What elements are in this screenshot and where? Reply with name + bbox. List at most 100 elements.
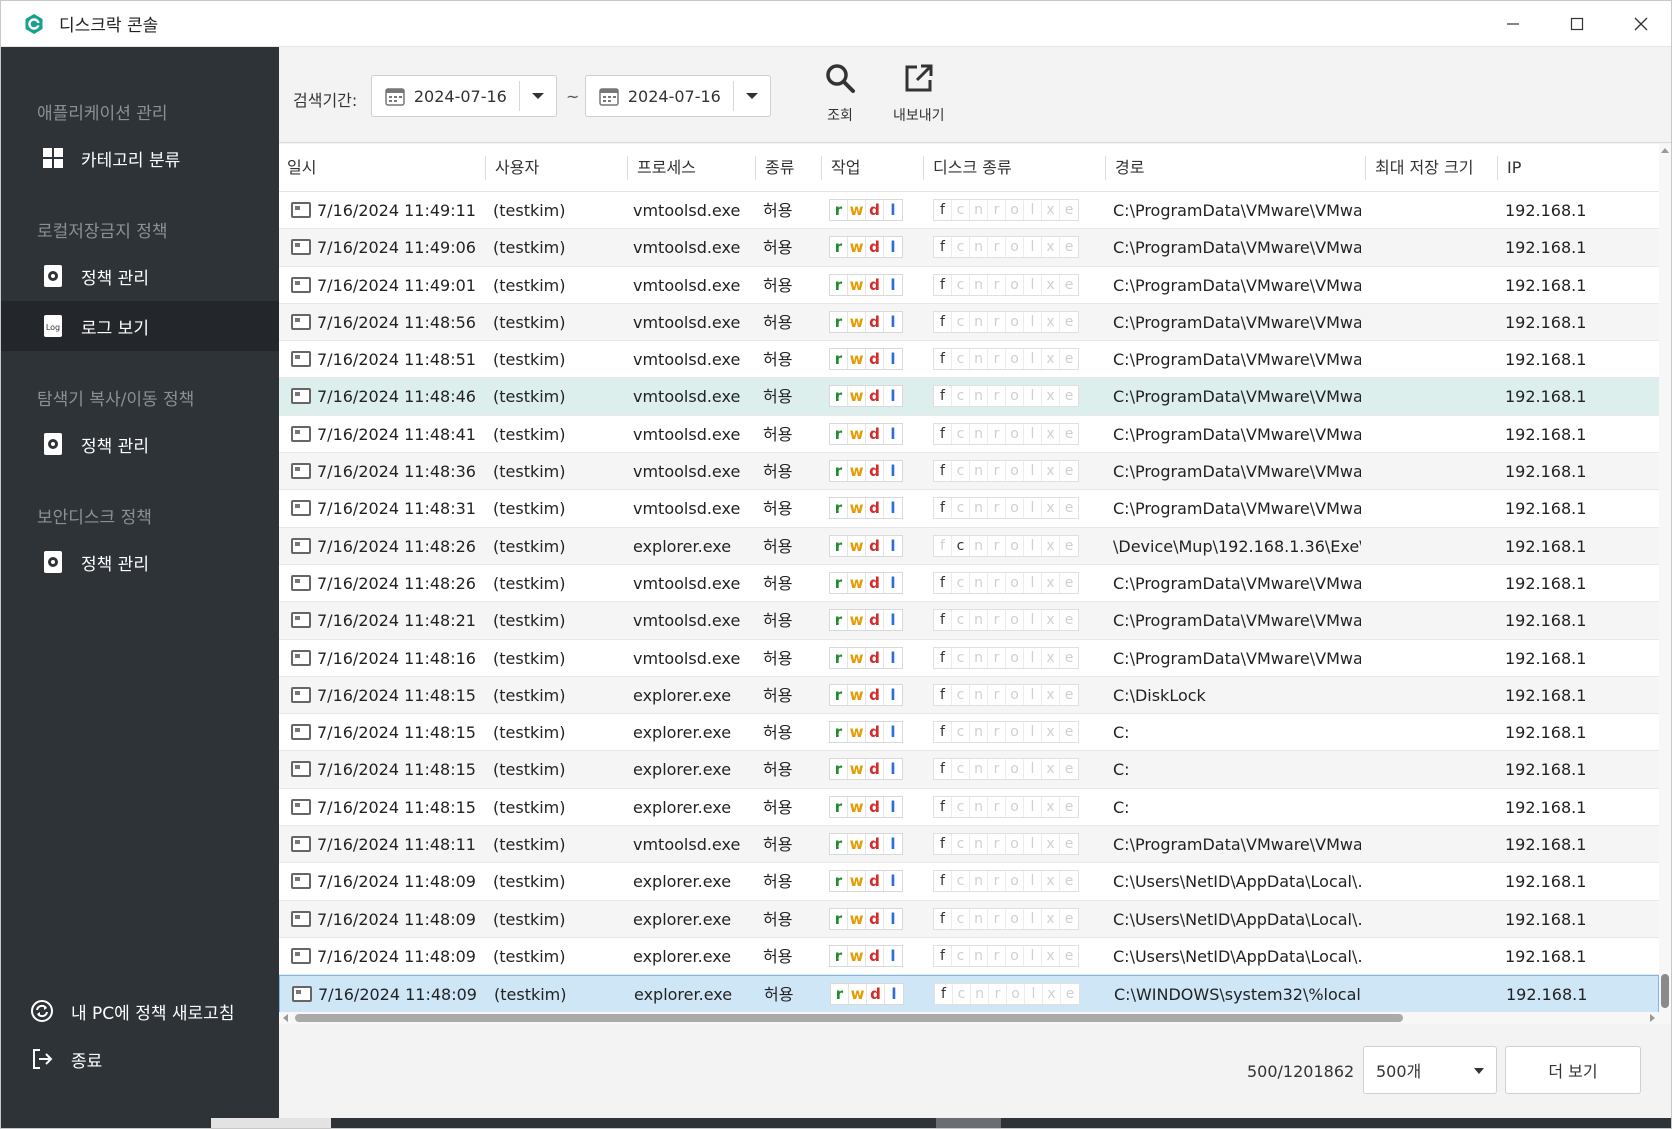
date-range-tilde: ~ (566, 87, 580, 106)
load-more-button[interactable]: 더 보기 (1505, 1046, 1641, 1094)
table-row[interactable]: 7/16/2024 11:48:46… (testkim) vmtoolsd.exe… (279, 378, 1659, 416)
table-row[interactable]: 7/16/2024 11:48:09… (testkim) explorer.exe… (279, 863, 1659, 901)
cell-user: (testkim) (493, 835, 566, 855)
cell-kind: 허용 (763, 946, 793, 966)
table-row[interactable]: 7/16/2024 11:48:26… (testkim) explorer.exe… (279, 527, 1659, 565)
table-row[interactable]: 7/16/2024 11:48:09… (testkim) explorer.exe… (279, 900, 1659, 938)
sidebar-section-explorer: 탐색기 복사/이동 정책 (37, 390, 195, 410)
export-button[interactable]: 내보내기 (893, 61, 945, 125)
end-date-picker[interactable]: 2024-07-16 (585, 75, 771, 117)
refresh-policy-button[interactable]: 내 PC에 정책 새로고침 (1, 989, 279, 1033)
header-col-ip[interactable]: IP (1499, 144, 1521, 192)
disk-flag: x (1042, 759, 1060, 780)
scroll-up-icon[interactable] (1661, 148, 1669, 153)
sidebar-item-category[interactable]: 카테고리 분류 (1, 133, 279, 183)
table-row[interactable]: 7/16/2024 11:48:21… (testkim) vmtoolsd.exe… (279, 602, 1659, 640)
op-flag: r (830, 311, 848, 332)
header-col-process[interactable]: 프로세스 (629, 144, 696, 192)
disk-flag: n (970, 572, 988, 593)
chevron-down-icon[interactable] (520, 91, 556, 101)
scroll-left-icon[interactable] (283, 1014, 288, 1022)
op-flag: w (848, 349, 866, 370)
sidebar-item-label: 정책 관리 (81, 554, 149, 575)
op-flag: d (866, 200, 884, 220)
column-divider[interactable] (1497, 156, 1498, 180)
cell-process: vmtoolsd.exe (633, 275, 741, 295)
op-flag: d (866, 647, 884, 668)
header-col-path[interactable]: 경로 (1107, 144, 1144, 192)
column-divider[interactable] (627, 156, 628, 180)
table-row[interactable]: 7/16/2024 11:48:36… (testkim) vmtoolsd.exe… (279, 453, 1659, 491)
sidebar-item-log-view[interactable]: Log 로그 보기 (1, 301, 279, 351)
table-row[interactable]: 7/16/2024 11:48:11… (testkim) vmtoolsd.exe… (279, 826, 1659, 864)
horizontal-scroll-thumb[interactable] (295, 1014, 1403, 1022)
table-row[interactable]: 7/16/2024 11:48:09… (testkim) explorer.exe… (279, 975, 1659, 1013)
disk-flag: l (1024, 498, 1042, 519)
table-row[interactable]: 7/16/2024 11:48:56… (testkim) vmtoolsd.exe… (279, 303, 1659, 342)
table-row[interactable]: 7/16/2024 11:48:41… (testkim) vmtoolsd.exe… (279, 415, 1659, 454)
export-icon (902, 61, 936, 95)
disk-flag: o (1006, 535, 1024, 556)
header-col-kind[interactable]: 종류 (757, 144, 794, 192)
log-entry-icon (291, 686, 311, 703)
minimize-button[interactable] (1481, 1, 1545, 47)
cell-user: (testkim) (493, 201, 566, 220)
cell-ip: 192.168.1 (1505, 946, 1587, 966)
table-row[interactable]: 7/16/2024 11:49:01… (testkim) vmtoolsd.exe… (279, 266, 1659, 304)
vertical-scroll-thumb[interactable] (1661, 974, 1669, 1008)
header-col-user[interactable]: 사용자 (487, 144, 539, 192)
cell-kind: 허용 (763, 648, 793, 668)
column-divider[interactable] (755, 156, 756, 180)
cell-ip: 192.168.1 (1505, 573, 1587, 593)
main-panel: 검색기간: 2024-07-16 ~ 2024-07-16 조회 내보내기 일시… (279, 47, 1671, 1118)
cell-path: C:\ProgramData\VMware\VMwa… (1113, 350, 1361, 370)
table-row[interactable]: 7/16/2024 11:48:15… (testkim) explorer.exe… (279, 751, 1659, 789)
column-divider[interactable] (485, 156, 486, 180)
page-size-select[interactable]: 500개 (1363, 1046, 1497, 1094)
cell-process: vmtoolsd.exe (633, 835, 741, 855)
table-row[interactable]: 7/16/2024 11:48:16… (testkim) vmtoolsd.exe… (279, 639, 1659, 677)
start-date-picker[interactable]: 2024-07-16 (371, 75, 557, 117)
table-row[interactable]: 7/16/2024 11:48:15… (testkim) explorer.exe… (279, 788, 1659, 827)
sidebar-section-secure-disk: 보안디스크 정책 (37, 508, 152, 528)
column-divider[interactable] (821, 156, 822, 180)
disk-flag: l (1024, 200, 1042, 220)
cell-disk-type: fcnrolxe (933, 236, 1079, 259)
close-button[interactable] (1609, 1, 1671, 47)
search-button[interactable]: 조회 (823, 61, 857, 125)
table-row[interactable]: 7/16/2024 11:48:31… (testkim) vmtoolsd.exe… (279, 490, 1659, 528)
disk-flag: x (1042, 945, 1060, 966)
chevron-down-icon[interactable] (734, 91, 770, 101)
column-divider[interactable] (1105, 156, 1106, 180)
table-row[interactable]: 7/16/2024 11:48:15… (testkim) explorer.exe… (279, 676, 1659, 715)
header-col-ops[interactable]: 작업 (823, 144, 860, 192)
disk-flag: c (952, 610, 970, 631)
header-col-disk-type[interactable]: 디스크 종류 (925, 144, 1012, 192)
op-flag: r (830, 274, 848, 295)
cell-process: explorer.exe (634, 985, 733, 1005)
table-row[interactable]: 7/16/2024 11:48:09… (testkim) explorer.exe… (279, 937, 1659, 976)
exit-button[interactable]: 종료 (1, 1037, 279, 1081)
table-row[interactable]: 7/16/2024 11:48:26… (testkim) vmtoolsd.exe… (279, 564, 1659, 603)
table-row[interactable]: 7/16/2024 11:48:51… (testkim) vmtoolsd.exe… (279, 341, 1659, 379)
maximize-button[interactable] (1545, 1, 1609, 47)
header-col-max-size[interactable]: 최대 저장 크기 (1367, 144, 1474, 192)
column-divider[interactable] (923, 156, 924, 180)
sidebar-item-local-policy[interactable]: 정책 관리 (1, 251, 279, 301)
table-row[interactable]: 7/16/2024 11:49:06… (testkim) vmtoolsd.exe… (279, 229, 1659, 267)
column-divider[interactable] (1365, 156, 1366, 180)
op-flag: r (830, 535, 848, 556)
disk-flag: n (970, 945, 988, 966)
table-row[interactable]: 7/16/2024 11:48:15… (testkim) explorer.exe… (279, 714, 1659, 752)
table-row[interactable]: 7/16/2024 11:49:11… (testkim) vmtoolsd.exe… (279, 192, 1659, 230)
vertical-scrollbar[interactable] (1659, 144, 1671, 1024)
cell-ops: rwdl (829, 683, 903, 706)
cell-disk-type: fcnrolxe (933, 385, 1079, 408)
cell-path: C:\ProgramData\VMware\VMwa… (1113, 387, 1361, 407)
horizontal-scrollbar[interactable] (279, 1012, 1659, 1024)
log-entry-icon (291, 351, 311, 368)
header-col-datetime[interactable]: 일시 (279, 144, 316, 192)
sidebar-item-secure-disk-policy[interactable]: 정책 관리 (1, 537, 279, 587)
scroll-right-icon[interactable] (1650, 1014, 1655, 1022)
sidebar-item-explorer-policy[interactable]: 정책 관리 (1, 419, 279, 469)
